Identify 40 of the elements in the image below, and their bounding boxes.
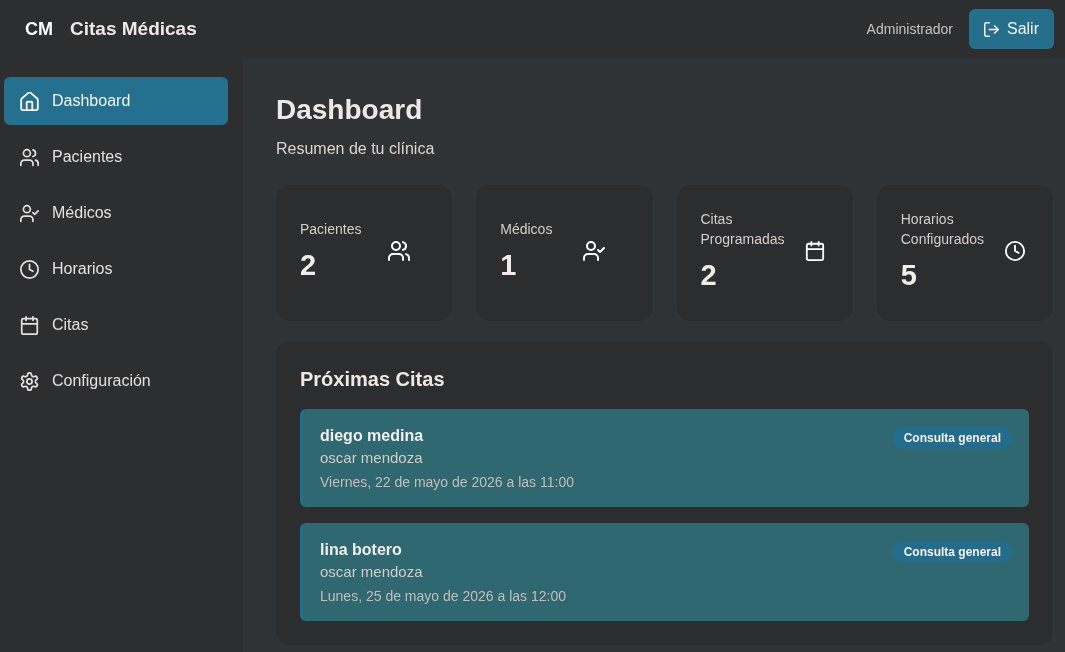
patient-name: lina botero <box>320 540 403 560</box>
home-icon <box>20 91 39 111</box>
sidebar-item[interactable]: Citas <box>4 301 228 349</box>
users-icon <box>387 241 410 261</box>
sidebar-item[interactable]: Configuración <box>4 357 228 405</box>
stat-value: 1 <box>500 248 518 283</box>
page-title: Dashboard <box>276 93 424 127</box>
stat-label: Pacientes <box>300 220 362 239</box>
calendar-icon <box>20 315 39 335</box>
appointment-datetime: Lunes, 25 de mayo de 2026 a las 12:00 <box>320 587 566 606</box>
doctor-name: oscar mendoza <box>320 562 424 582</box>
clock-icon <box>20 259 39 279</box>
settings-icon <box>20 371 39 391</box>
logo-text: CM <box>25 18 53 40</box>
stat-label: Médicos <box>500 220 553 239</box>
clock-icon <box>1003 241 1026 261</box>
stat-label: Citas Programadas <box>700 210 786 249</box>
stat-value: 2 <box>300 248 318 283</box>
appointment-datetime: Viernes, 22 de mayo de 2026 a las 11:00 <box>320 473 574 492</box>
logout-button[interactable]: Salir <box>969 9 1054 49</box>
user-name: Administrador <box>866 21 953 37</box>
sidebar-item[interactable]: Horarios <box>4 245 228 293</box>
stat-value: 2 <box>700 258 718 293</box>
app-title: Citas Médicas <box>70 18 197 40</box>
users-icon <box>20 147 39 167</box>
logout-icon <box>984 21 999 37</box>
user-check-icon <box>583 241 606 261</box>
doctor-name: oscar mendoza <box>320 448 424 468</box>
appointment-type-tag: Consulta general <box>891 427 1013 449</box>
panel-title: Próximas Citas <box>300 367 446 392</box>
sidebar-item[interactable]: Dashboard <box>4 77 228 125</box>
stat-value: 5 <box>900 258 918 293</box>
sidebar-item[interactable]: Pacientes <box>4 133 228 181</box>
user-check-icon <box>20 203 39 223</box>
calendar-icon <box>803 241 826 261</box>
appointment-type-tag: Consulta general <box>891 541 1013 563</box>
sidebar-item[interactable]: Médicos <box>4 189 228 237</box>
patient-name: diego medina <box>320 426 425 446</box>
stat-label: Horarios Configurados <box>900 210 986 249</box>
page-subtitle: Resumen de tu clínica <box>276 139 436 159</box>
